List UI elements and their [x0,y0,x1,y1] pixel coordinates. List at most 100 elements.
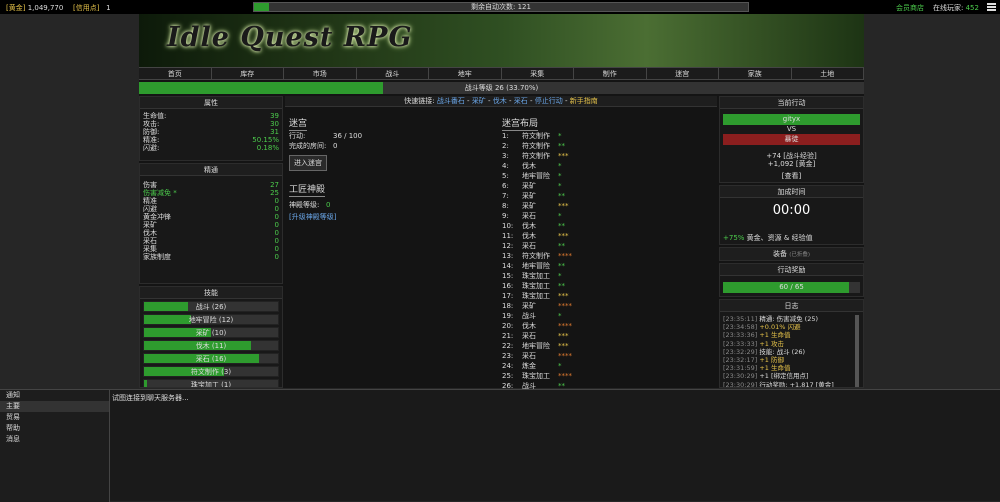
mastery-label: 闪避 [143,205,157,213]
boost-desc: +75% 黄金、资源 & 经验值 [723,234,813,242]
log-text: +1 生命值 [759,364,791,373]
chat-message: 试图连接到聊天服务器... [112,394,189,402]
nav-item-9[interactable]: 土地 [791,68,864,79]
nav-item-6[interactable]: 制作 [574,68,647,79]
gold-display: [黄金] 1,049,770 [6,4,64,12]
enter-maze-button[interactable]: 进入迷宫 [289,155,327,171]
layout-num: 3: [502,152,509,160]
chat-tab[interactable]: 帮助 [0,423,109,434]
nav-item-0[interactable]: 首页 [139,68,212,79]
mastery-row[interactable]: 闪避 0 [140,205,282,213]
nav-item-1[interactable]: 库存 [211,68,284,79]
quick-link[interactable]: 采矿 [472,97,486,105]
attr-value: 30 [270,120,279,128]
layout-name: 采石 [522,352,536,360]
chat-tab[interactable]: 贸易 [0,412,109,423]
layout-name: 符文制作 [522,252,550,260]
mastery-row[interactable]: 采集 0 [140,245,282,253]
layout-name: 伐木 [522,322,536,330]
log-timestamp: [23:35:11] [723,315,758,323]
skill-bar[interactable]: 战斗 (26) [143,301,279,312]
layout-stars: *** [558,202,569,210]
log-timestamp: [23:32:29] [723,347,758,356]
mastery-row[interactable]: 黄金冲锋 0 [140,213,282,221]
log-row: [23:34:58] +0.01% 闪避 [723,323,801,331]
layout-row: 7: 采矿 ** [502,192,565,200]
layout-stars: ** [558,262,565,270]
nav-item-8[interactable]: 家族 [719,68,792,79]
equipment-panel[interactable]: 装备 (已折叠) [719,247,864,261]
chat-tab[interactable]: 消息 [0,434,109,445]
layout-row: 6: 采矿 * [502,182,562,190]
nav-item-2[interactable]: 市场 [284,68,357,79]
skill-bar[interactable]: 采石 (16) [143,353,279,364]
hamburger-menu-icon[interactable] [987,3,996,11]
layout-name: 采石 [522,212,536,220]
top-bar: [黄金] 1,049,770 [信用点] 1 剩余自动次数: 121 会员商店 … [0,0,1000,14]
layout-title: 迷宫布局 [502,116,539,131]
log-text: 行动奖励: +1,817 [黄金] [759,380,834,388]
log-timestamp: [23:33:33] [723,339,758,348]
log-row: [23:30:29] +1 [绑定信用点] [723,372,809,380]
layout-row: 14: 地牢冒险 ** [502,262,565,270]
attr-label: 防御: [143,128,160,136]
log-timestamp: [23:32:17] [723,356,758,364]
mastery-row[interactable]: 家族制度 0 [140,253,282,261]
layout-row: 17: 珠宝加工 *** [502,292,569,300]
quick-link[interactable]: 战斗番石 [437,97,465,105]
attr-label: 攻击: [143,120,160,128]
skill-bar[interactable]: 符文制作 (3) [143,366,279,377]
level-text: 战斗等级 26 (33.70%) [464,84,539,92]
mastery-row[interactable]: 伤害 27 [140,181,282,189]
skill-bar[interactable]: 珠宝加工 (1) [143,379,279,387]
view-link[interactable]: [查看] [723,171,860,182]
log-scrollbar[interactable] [855,315,859,387]
layout-row: 15: 珠宝加工 * [502,272,562,280]
current-action-panel: 当前行动 gityx VS 暴徒 +74 [战斗经验] +1,092 [黄金] … [719,96,864,183]
nav-item-3[interactable]: 战斗 [356,68,429,79]
layout-stars: * [558,132,562,140]
quick-link[interactable]: 伐木 [493,97,507,105]
log-row: [23:32:17] +1 防御 [723,356,784,364]
chat-area: 通知 主要 贸易 帮助 消息 试图连接到聊天服务器... [0,389,1000,502]
nav-item-4[interactable]: 地牢 [429,68,502,79]
layout-name: 符文制作 [522,142,550,150]
log-timestamp: [23:34:58] [723,323,758,332]
skill-bar[interactable]: 伐木 (11) [143,340,279,351]
mastery-row[interactable]: 采矿 0 [140,221,282,229]
skill-label: 采矿 (10) [195,329,227,337]
layout-row: 3: 符文制作 *** [502,152,569,160]
log-text: 技能: 战斗 (26) [759,347,806,356]
nav-item-7[interactable]: 迷宫 [646,68,719,79]
shop-link[interactable]: 会员商店 [896,3,924,13]
quick-link[interactable]: 停止行动 [535,97,563,105]
guide-link[interactable]: 新手指南 [570,97,598,105]
log-timestamp: [23:30:29] [723,372,758,381]
quick-link[interactable]: 采石 [514,97,528,105]
layout-row: 19: 战斗 * [502,312,562,320]
layout-row: 13: 符文制作 **** [502,252,572,260]
mastery-row[interactable]: 伤害减免 * 25 [140,189,282,197]
mastery-row[interactable]: 采石 0 [140,237,282,245]
chat-tab[interactable]: 通知 [0,390,109,401]
credit-display: [信用点] 1 [73,4,111,12]
layout-num: 6: [502,182,509,190]
main-container: Idle Quest RPG 首页 库存 市场 战斗 地牢 采集 制作 迷宫 家族 土地 战斗等级… [139,14,864,400]
layout-num: 8: [502,202,509,210]
skill-bar[interactable]: 采矿 (10) [143,327,279,338]
mastery-row[interactable]: 伐木 0 [140,229,282,237]
layout-num: 4: [502,162,509,170]
layout-name: 采石 [522,332,536,340]
attr-row: 攻击: 30 [140,120,282,128]
log-text: +0.01% 闪避 [759,323,801,332]
banner: Idle Quest RPG [139,14,864,67]
upgrade-temple-link[interactable]: [升级神殿等级] [289,213,336,221]
skill-bar[interactable]: 地牢冒险 (12) [143,314,279,325]
layout-row: 5: 地牢冒险 * [502,172,562,180]
mastery-row[interactable]: 精准 0 [140,197,282,205]
nav-item-5[interactable]: 采集 [501,68,574,79]
layout-row: 22: 地牢冒险 *** [502,342,569,350]
layout-stars: ** [558,222,565,230]
chat-tab[interactable]: 主要 [0,401,109,412]
layout-name: 珠宝加工 [522,282,550,290]
